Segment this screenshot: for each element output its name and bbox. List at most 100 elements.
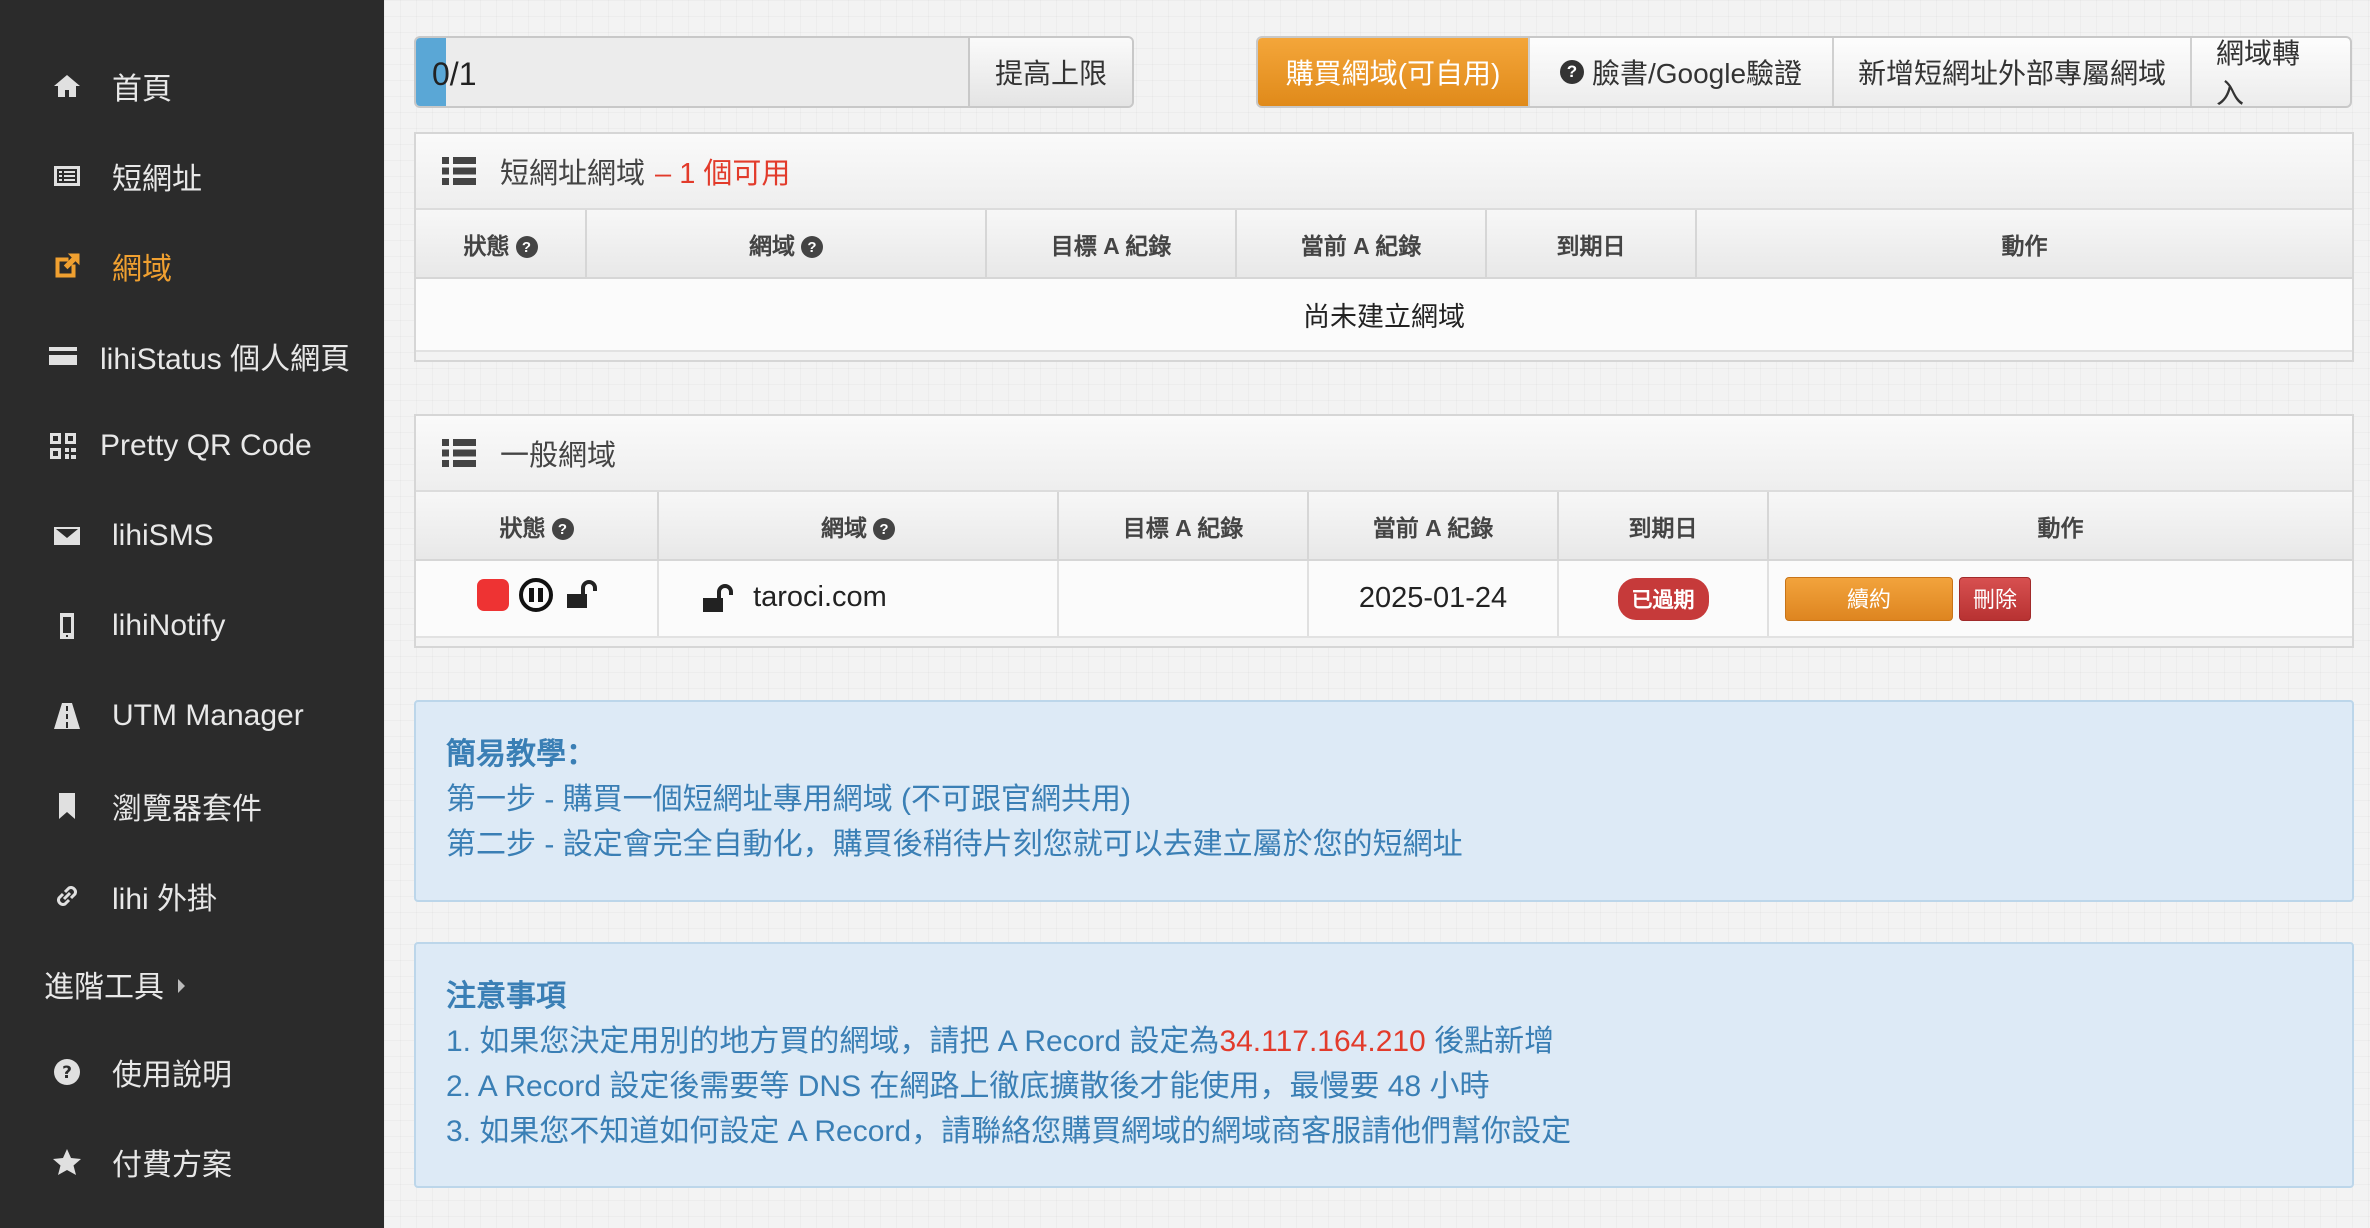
note-line-3: 3. 如果您不知道如何設定 A Record，請聯絡您購買網域的網域商客服請他們… bbox=[446, 1115, 1572, 1148]
sidebar-item-lihistatus[interactable]: lihiStatus 個人網頁 bbox=[0, 316, 384, 396]
external-link-icon bbox=[48, 247, 86, 285]
credit-card-icon bbox=[44, 337, 82, 375]
renew-button[interactable]: 續約 bbox=[1785, 576, 1953, 621]
list-alt-icon bbox=[48, 157, 86, 195]
column-header-expiry: 到期日 bbox=[1558, 492, 1769, 561]
note-line-1: 1. 如果您決定用別的地方買的網域，請把 A Record 設定為34.117.… bbox=[446, 1025, 1555, 1058]
road-icon bbox=[48, 697, 86, 735]
domain-cell: taroci.com bbox=[658, 560, 1059, 636]
stop-icon[interactable] bbox=[476, 579, 509, 611]
column-header-status: 狀態? bbox=[416, 492, 659, 561]
sidebar-item-help[interactable]: ? 使用說明 bbox=[0, 1032, 384, 1112]
expired-badge: 已過期 bbox=[1617, 577, 1709, 620]
expiry-cell: 已過期 bbox=[1558, 560, 1769, 636]
empty-message: 尚未建立網域 bbox=[416, 278, 2352, 350]
panel-footer bbox=[416, 636, 2352, 646]
sidebar-item-short-urls[interactable]: 短網址 bbox=[0, 136, 384, 216]
table-row: taroci.com 2025-01-24 已過期 續約 刪除 bbox=[416, 560, 2352, 636]
sidebar: 首頁 短網址 網域 lihiStatus 個人網頁 Pretty QR Code… bbox=[0, 0, 384, 1228]
star-icon bbox=[48, 1143, 86, 1181]
actions-cell: 續約 刪除 bbox=[1768, 560, 2352, 636]
buy-domain-button[interactable]: 購買網域(可自用) bbox=[1258, 38, 1528, 106]
sidebar-item-label: lihiSMS bbox=[112, 519, 214, 552]
unlock-icon bbox=[703, 583, 733, 612]
short-domain-table: 狀態? 網域? 目標 A 紀錄 當前 A 紀錄 到期日 動作 尚未建立網域 bbox=[416, 210, 2352, 350]
add-external-domain-button[interactable]: 新增短網址外部專屬網域 bbox=[1832, 38, 2190, 106]
sidebar-item-lihi-plugin[interactable]: lihi 外掛 bbox=[0, 856, 384, 936]
panel-footer bbox=[416, 350, 2352, 360]
bookmark-icon bbox=[48, 787, 86, 825]
column-header-status: 狀態? bbox=[416, 210, 587, 279]
quota-progress-bar: 0/1 bbox=[416, 38, 968, 106]
sidebar-item-advanced-tools[interactable]: 進階工具 bbox=[0, 944, 384, 1024]
list-icon bbox=[442, 157, 476, 185]
domain-quota: 0/1 提高上限 bbox=[414, 36, 1134, 108]
sidebar-item-label: Pretty QR Code bbox=[100, 429, 312, 462]
sidebar-item-lihinotify[interactable]: lihiNotify bbox=[0, 586, 384, 666]
sidebar-item-label: 瀏覽器套件 bbox=[112, 793, 262, 826]
general-domain-panel: 一般網域 狀態? 網域? 目標 A 紀錄 當前 A 紀錄 到期日 動作 taro… bbox=[414, 414, 2354, 648]
sidebar-item-pretty-qr[interactable]: Pretty QR Code bbox=[0, 406, 384, 486]
target-a-cell bbox=[1058, 560, 1309, 636]
column-header-actions: 動作 bbox=[1696, 210, 2352, 279]
unlock-icon[interactable] bbox=[563, 578, 597, 612]
sidebar-item-label: 進階工具 bbox=[44, 971, 164, 1004]
question-circle-icon[interactable]: ? bbox=[515, 236, 538, 259]
column-header-current-a: 當前 A 紀錄 bbox=[1308, 492, 1559, 561]
question-circle-icon: ? bbox=[1559, 60, 1584, 84]
tutorial-title: 簡易教學： bbox=[446, 738, 596, 771]
sidebar-item-label: lihiStatus 個人網頁 bbox=[100, 343, 351, 376]
column-header-actions: 動作 bbox=[1768, 492, 2352, 561]
list-icon bbox=[442, 439, 476, 467]
qrcode-icon bbox=[44, 427, 82, 465]
delete-button[interactable]: 刪除 bbox=[1959, 576, 2031, 621]
question-circle-icon[interactable]: ? bbox=[873, 518, 895, 541]
sidebar-item-label: 首頁 bbox=[112, 73, 172, 106]
column-header-current-a: 當前 A 紀錄 bbox=[1236, 210, 1487, 279]
column-header-expiry: 到期日 bbox=[1486, 210, 1697, 279]
question-circle-icon: ? bbox=[48, 1053, 86, 1091]
sidebar-item-label: 網域 bbox=[112, 253, 172, 286]
domain-actions: 購買網域(可自用) ? 臉書/Google驗證 新增短網址外部專屬網域 網域轉入 bbox=[1256, 36, 2352, 108]
panel-title: 短網址網域 bbox=[500, 158, 646, 190]
verify-button[interactable]: ? 臉書/Google驗證 bbox=[1528, 38, 1832, 106]
sidebar-item-label: 短網址 bbox=[112, 163, 202, 196]
sidebar-item-label: 使用說明 bbox=[112, 1059, 232, 1092]
tutorial-box: 簡易教學： 第一步 - 購買一個短網址專用網域 (不可跟官網共用) 第二步 - … bbox=[414, 700, 2354, 902]
sidebar-item-label: 付費方案 bbox=[112, 1149, 232, 1182]
sidebar-item-label: lihi 外掛 bbox=[112, 883, 218, 916]
tutorial-step-1: 第一步 - 購買一個短網址專用網域 (不可跟官網共用) bbox=[446, 783, 1131, 816]
short-domain-panel: 短網址網域 – 1 個可用 狀態? 網域? 目標 A 紀錄 當前 A 紀錄 到期… bbox=[414, 132, 2354, 362]
svg-text:?: ? bbox=[62, 1063, 72, 1083]
column-header-target-a: 目標 A 紀錄 bbox=[986, 210, 1237, 279]
caret-right-icon bbox=[178, 979, 185, 993]
panel-title: 一般網域 bbox=[500, 440, 617, 472]
sidebar-item-utm-manager[interactable]: UTM Manager bbox=[0, 676, 384, 756]
sidebar-item-domains[interactable]: 網域 bbox=[0, 226, 384, 306]
general-domain-table: 狀態? 網域? 目標 A 紀錄 當前 A 紀錄 到期日 動作 taroci.co… bbox=[416, 492, 2352, 636]
verify-label: 臉書/Google驗證 bbox=[1591, 58, 1803, 89]
raise-limit-button[interactable]: 提高上限 bbox=[968, 38, 1132, 106]
panel-header: 短網址網域 – 1 個可用 bbox=[416, 134, 2352, 210]
mobile-icon bbox=[48, 607, 86, 645]
transfer-domain-button[interactable]: 網域轉入 bbox=[2190, 38, 2350, 106]
domain-name: taroci.com bbox=[753, 581, 887, 614]
note-line-2: 2. A Record 設定後需要等 DNS 在網路上徹底擴散後才能使用，最慢要… bbox=[446, 1070, 1490, 1103]
notes-box: 注意事項 1. 如果您決定用別的地方買的網域，請把 A Record 設定為34… bbox=[414, 942, 2354, 1188]
tutorial-step-2: 第二步 - 設定會完全自動化，購買後稍待片刻您就可以去建立屬於您的短網址 bbox=[446, 828, 1463, 861]
sidebar-item-home[interactable]: 首頁 bbox=[0, 46, 384, 126]
column-header-domain: 網域? bbox=[586, 210, 987, 279]
link-icon bbox=[48, 877, 86, 915]
column-header-domain: 網域? bbox=[658, 492, 1059, 561]
question-circle-icon[interactable]: ? bbox=[801, 236, 823, 259]
a-record-ip: 34.117.164.210 bbox=[1219, 1025, 1426, 1058]
sidebar-item-lihisms[interactable]: lihiSMS bbox=[0, 496, 384, 576]
sidebar-item-browser-extension[interactable]: 瀏覽器套件 bbox=[0, 766, 384, 846]
notes-title: 注意事項 bbox=[446, 980, 566, 1013]
sidebar-item-pricing[interactable]: 付費方案 bbox=[0, 1122, 384, 1202]
envelope-icon bbox=[48, 517, 86, 555]
question-circle-icon[interactable]: ? bbox=[551, 518, 574, 541]
sidebar-item-label: UTM Manager bbox=[112, 699, 304, 732]
pause-circle-icon[interactable] bbox=[518, 578, 553, 612]
column-header-target-a: 目標 A 紀錄 bbox=[1058, 492, 1309, 561]
